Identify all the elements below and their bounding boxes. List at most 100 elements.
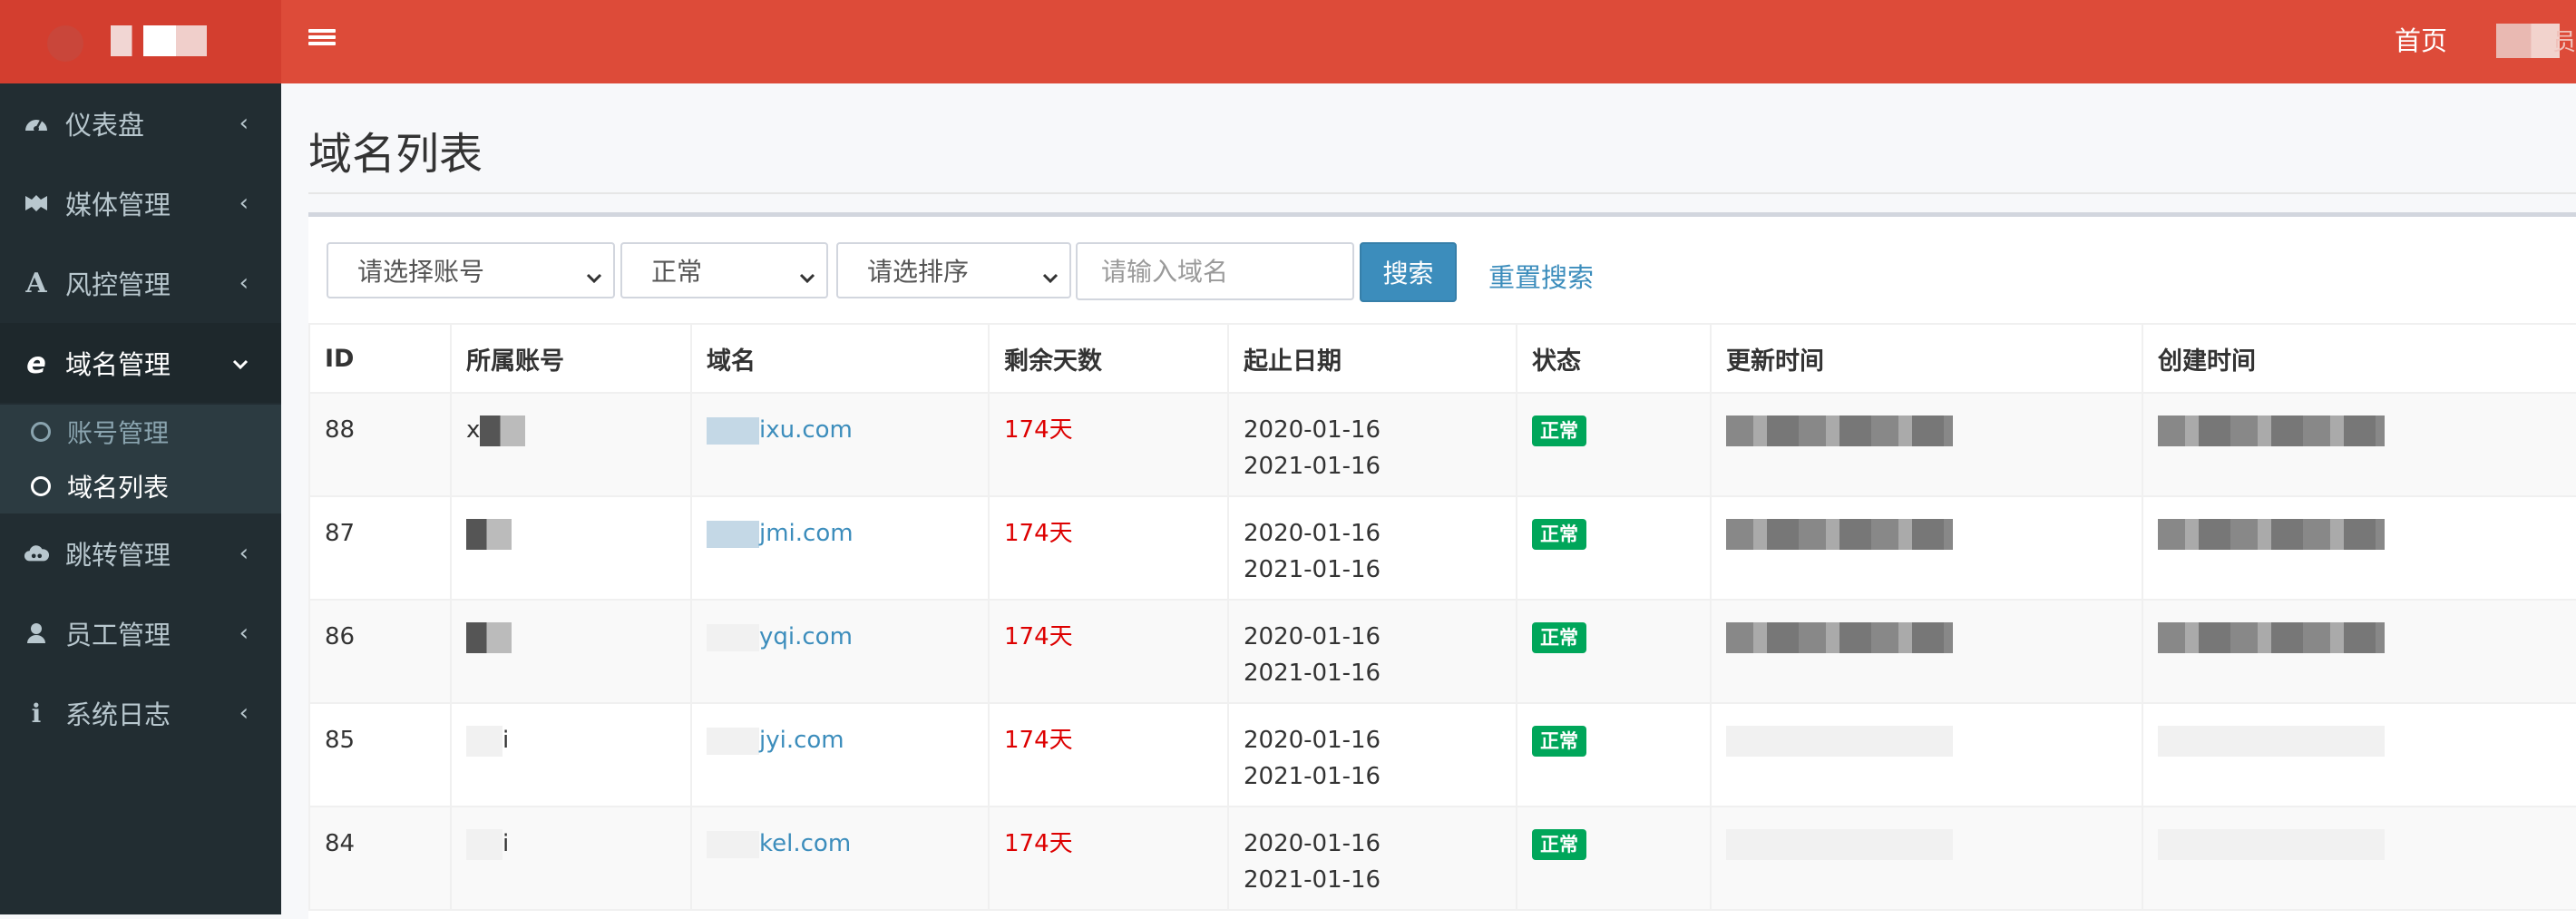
account-select-value: 请选择账号 bbox=[357, 257, 485, 287]
account-text: i bbox=[503, 727, 510, 754]
column-header-id[interactable]: ID bbox=[308, 323, 452, 394]
chevron-down-icon bbox=[232, 349, 249, 376]
sidebar-item-dashboard[interactable]: 仪表盘 ‹ bbox=[0, 83, 281, 163]
sidebar-subitem-domain-list[interactable]: 域名列表 bbox=[0, 459, 281, 513]
cell-date-range: 2020-01-16 2021-01-16 bbox=[1227, 495, 1517, 601]
redacted-mask bbox=[2158, 621, 2385, 653]
domain-link[interactable]: yqi.com bbox=[759, 623, 853, 650]
redacted-mask bbox=[1726, 621, 1953, 653]
table-row: 84 i kel.com 174天 2020-01-16 2021-01-16 正… bbox=[308, 806, 2576, 911]
redacted-mask bbox=[2158, 725, 2385, 757]
cell-updated bbox=[1710, 599, 2143, 704]
sidebar-item-label: 仪表盘 bbox=[65, 110, 145, 141]
column-header-created[interactable]: 创建时间 bbox=[2142, 323, 2576, 394]
status-select[interactable]: 正常 bbox=[620, 242, 828, 298]
chevron-left-icon: ‹ bbox=[239, 540, 249, 567]
redacted-mask bbox=[707, 416, 759, 445]
cell-date-range: 2020-01-16 2021-01-16 bbox=[1227, 599, 1517, 704]
sidebar-item-risk[interactable]: A 风控管理 ‹ bbox=[0, 243, 281, 323]
page-title: 域名列表 bbox=[308, 129, 483, 180]
cell-account: i bbox=[450, 806, 692, 911]
redacted-mask bbox=[480, 415, 526, 446]
redacted-mask bbox=[1726, 415, 1953, 446]
domain-link[interactable]: kel.com bbox=[759, 830, 851, 857]
table-row: 87 jmi.com 174天 2020-01-16 2021-01-16 正常 bbox=[308, 495, 2576, 601]
cell-date-range: 2020-01-16 2021-01-16 bbox=[1227, 702, 1517, 807]
sidebar-item-domain[interactable]: e 域名管理 bbox=[0, 323, 281, 403]
domain-list-panel: 请选择账号 正常 请选排序 搜索 重置搜索 ID 所属账号 域名 剩余天数 bbox=[308, 212, 2576, 919]
sidebar-item-logs[interactable]: i 系统日志 ‹ bbox=[0, 673, 281, 753]
status-badge: 正常 bbox=[1532, 726, 1586, 757]
sidebar: 仪表盘 ‹ 媒体管理 ‹ A 风控管理 ‹ e 域名管理 账号管理 域名列表 跳… bbox=[0, 0, 281, 914]
divider bbox=[308, 192, 2576, 194]
chevron-left-icon: ‹ bbox=[239, 269, 249, 297]
column-header-account[interactable]: 所属账号 bbox=[450, 323, 692, 394]
domain-link[interactable]: ixu.com bbox=[759, 416, 853, 444]
logo-text-redacted bbox=[111, 25, 207, 56]
domain-search-input[interactable] bbox=[1076, 242, 1354, 300]
chevron-left-icon: ‹ bbox=[239, 190, 249, 217]
days-left: 174天 bbox=[1004, 416, 1073, 444]
hamburger-menu-icon[interactable] bbox=[308, 25, 336, 49]
column-header-date-range[interactable]: 起止日期 bbox=[1227, 323, 1517, 394]
redacted-mask bbox=[707, 623, 759, 651]
redacted-mask bbox=[1726, 518, 1953, 550]
cell-domain: kel.com bbox=[690, 806, 990, 911]
cell-days-left: 174天 bbox=[988, 806, 1229, 911]
account-select[interactable]: 请选择账号 bbox=[327, 242, 615, 298]
start-date: 2020-01-16 bbox=[1244, 727, 1381, 754]
days-left: 174天 bbox=[1004, 727, 1073, 754]
status-badge: 正常 bbox=[1532, 622, 1586, 653]
column-header-domain[interactable]: 域名 bbox=[690, 323, 990, 394]
end-date: 2021-01-16 bbox=[1244, 556, 1381, 583]
domain-link[interactable]: jyi.com bbox=[759, 727, 844, 754]
redacted-mask bbox=[2158, 518, 2385, 550]
cell-days-left: 174天 bbox=[988, 495, 1229, 601]
cell-updated bbox=[1710, 702, 2143, 807]
sidebar-subitem-accounts[interactable]: 账号管理 bbox=[0, 405, 281, 459]
cell-date-range: 2020-01-16 2021-01-16 bbox=[1227, 392, 1517, 497]
cell-account bbox=[450, 599, 692, 704]
domain-link[interactable]: jmi.com bbox=[759, 520, 854, 547]
user-name[interactable]: 员 bbox=[2552, 24, 2576, 57]
reset-search-link[interactable]: 重置搜索 bbox=[1488, 257, 1594, 295]
end-date: 2021-01-16 bbox=[1244, 453, 1381, 480]
sidebar-subitem-label: 账号管理 bbox=[67, 418, 170, 448]
status-select-value: 正常 bbox=[651, 257, 703, 287]
sidebar-item-redirect[interactable]: 跳转管理 ‹ bbox=[0, 513, 281, 593]
logo[interactable] bbox=[0, 0, 281, 83]
column-header-days-left[interactable]: 剩余天数 bbox=[988, 323, 1229, 394]
sidebar-item-label: 系统日志 bbox=[65, 699, 171, 730]
column-header-updated[interactable]: 更新时间 bbox=[1710, 323, 2143, 394]
redacted-mask bbox=[466, 828, 503, 860]
column-header-status[interactable]: 状态 bbox=[1516, 323, 1712, 394]
end-date: 2021-01-16 bbox=[1244, 660, 1381, 687]
cell-account: i bbox=[450, 702, 692, 807]
start-date: 2020-01-16 bbox=[1244, 623, 1381, 650]
cell-account bbox=[450, 495, 692, 601]
search-button[interactable]: 搜索 bbox=[1360, 242, 1457, 302]
cell-domain: jmi.com bbox=[690, 495, 990, 601]
sort-select[interactable]: 请选排序 bbox=[836, 242, 1071, 298]
sidebar-item-staff[interactable]: 员工管理 ‹ bbox=[0, 593, 281, 673]
chevron-left-icon: ‹ bbox=[239, 620, 249, 647]
circle-icon bbox=[31, 476, 51, 496]
cell-updated bbox=[1710, 806, 2143, 911]
status-badge: 正常 bbox=[1532, 829, 1586, 860]
home-link[interactable]: 首页 bbox=[2395, 20, 2447, 58]
cell-id: 87 bbox=[308, 495, 452, 601]
account-text: i bbox=[503, 830, 510, 857]
domain-submenu: 账号管理 域名列表 bbox=[0, 405, 281, 513]
cell-created bbox=[2142, 806, 2576, 911]
avatar[interactable] bbox=[2496, 24, 2560, 58]
redacted-mask bbox=[466, 518, 512, 550]
days-left: 174天 bbox=[1004, 830, 1073, 857]
cell-status: 正常 bbox=[1516, 702, 1712, 807]
cell-days-left: 174天 bbox=[988, 702, 1229, 807]
top-navbar: 首页 员 bbox=[281, 0, 2576, 83]
cell-days-left: 174天 bbox=[988, 392, 1229, 497]
cell-status: 正常 bbox=[1516, 806, 1712, 911]
chevron-down-icon bbox=[1042, 260, 1059, 290]
sidebar-item-media[interactable]: 媒体管理 ‹ bbox=[0, 163, 281, 243]
cell-id: 88 bbox=[308, 392, 452, 497]
